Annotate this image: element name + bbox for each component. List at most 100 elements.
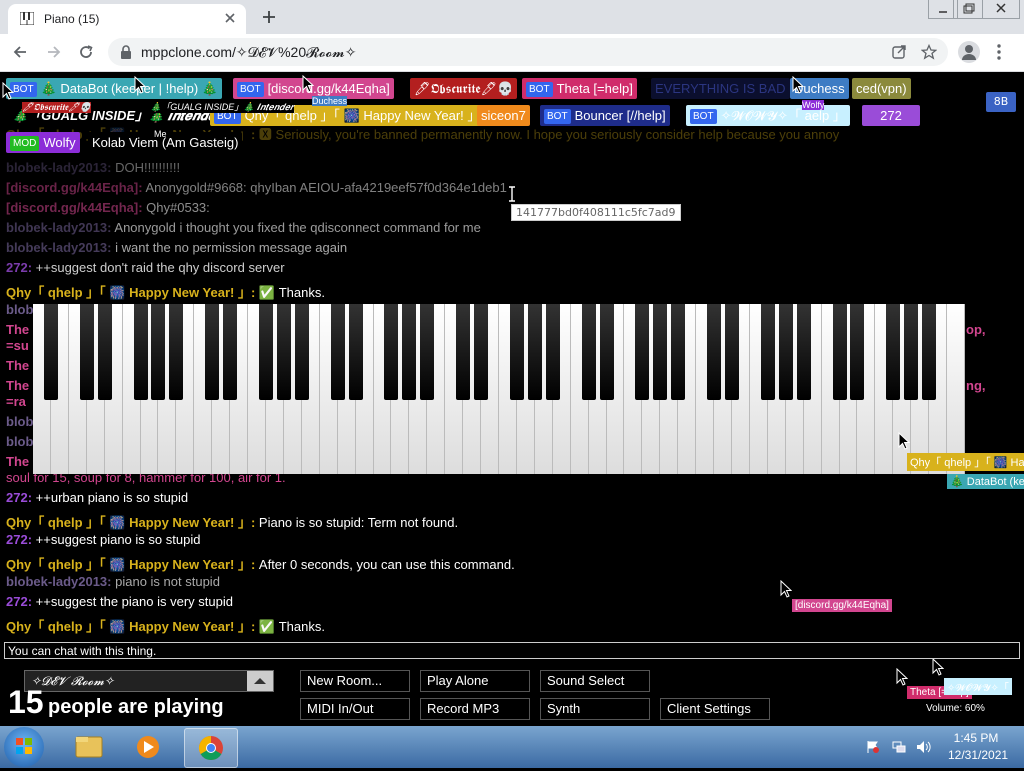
lock-icon[interactable] (120, 45, 132, 59)
piano-black-key[interactable] (904, 304, 919, 400)
piano-black-key[interactable] (151, 304, 166, 400)
piano-black-key[interactable] (653, 304, 668, 400)
play-alone-button[interactable]: Play Alone (420, 670, 530, 692)
tab-piano[interactable]: Piano (15) (8, 4, 246, 34)
chevron-up-icon[interactable] (247, 671, 273, 691)
user-list: BOT 🎄 DataBot (keeper | !help) 🎄 BOT [disc… (0, 72, 1024, 162)
piano-black-key[interactable] (97, 304, 112, 400)
chat-line: [discord.gg/k44Eqha]: Qhy#0533: (6, 200, 210, 215)
mini-label-obscurite: 🖊𝕺𝖇𝖘𝖈𝖚𝖗𝖎𝖙𝖊🖊💀 (22, 102, 91, 113)
plus-icon[interactable] (260, 8, 278, 26)
user-chip-databot[interactable]: BOT 🎄 DataBot (keeper | !help) 🎄 (6, 78, 222, 99)
mouse-cursor-icon (932, 658, 944, 676)
mini-label-me: Me (154, 129, 167, 139)
piano-black-key[interactable] (599, 304, 614, 400)
star-icon[interactable] (921, 44, 937, 60)
client-settings-button[interactable]: Client Settings (660, 698, 770, 720)
piano-black-key[interactable] (509, 304, 524, 400)
user-chip-wowy[interactable]: BOT ✧𝓦𝓞𝓦𝓨✧「 aelp 」 (686, 105, 850, 126)
close-window-button[interactable] (982, 0, 1020, 19)
cursor-label-wowy: ✧𝓦𝓞𝓦𝓨✧「 (944, 678, 1012, 695)
chat-fragment: The (6, 358, 30, 373)
piano-black-key[interactable] (169, 304, 184, 400)
piano-black-key[interactable] (133, 304, 148, 400)
player-count: 15 people are playing (8, 684, 224, 720)
chat-input[interactable]: You can chat with this thing. (4, 642, 1020, 659)
windows-start-icon[interactable] (4, 727, 44, 767)
piano-black-key[interactable] (635, 304, 650, 400)
piano-black-key[interactable] (725, 304, 739, 400)
piano-black-key[interactable] (527, 304, 542, 400)
cursor-label-qhy: Qhy「 qhelp 」「 🎆 Happ (907, 453, 1024, 471)
piano-black-key[interactable] (384, 304, 399, 400)
piano-black-key[interactable] (205, 304, 220, 400)
piano-black-key[interactable] (294, 304, 309, 400)
piano-favicon-icon (20, 12, 34, 25)
piano-black-key[interactable] (760, 304, 775, 400)
share-icon[interactable] (891, 44, 907, 60)
user-chip-siceon7[interactable]: siceon7 (477, 105, 530, 126)
user-chip-theta[interactable]: BOT Theta [=help] (522, 78, 637, 99)
flag-icon[interactable] (866, 740, 880, 754)
sound-select-button[interactable]: Sound Select (540, 670, 650, 692)
piano-black-key[interactable] (223, 304, 238, 400)
piano-white-key[interactable] (947, 304, 965, 474)
forward-icon[interactable] (44, 42, 64, 62)
media-player-icon[interactable] (122, 728, 174, 766)
piano-black-key[interactable] (581, 304, 596, 400)
chat-fragment: The (6, 454, 30, 469)
tab-strip: Piano (15) (0, 0, 1024, 34)
tab-title: Piano (15) (44, 12, 100, 26)
user-chip-obscurite[interactable]: 🖊𝕺𝖇𝖘𝖈𝖚𝖗𝖎𝖙𝖊🖊💀 (410, 78, 518, 99)
chat-line: blobek-lady2013: piano is not stupid (6, 574, 220, 589)
piano-black-key[interactable] (330, 304, 345, 400)
mouse-cursor-icon (134, 76, 146, 94)
system-clock[interactable]: 1:45 PM 12/31/2021 (948, 730, 1008, 764)
profile-icon[interactable] (958, 41, 980, 63)
piano-black-key[interactable] (348, 304, 363, 400)
piano-black-key[interactable] (832, 304, 847, 400)
piano-black-key[interactable] (886, 304, 901, 400)
browser-toolbar: mppclone.com/✧𝓓𝓔𝓥%20𝓡𝓸𝓸𝓶✧ (0, 34, 1024, 72)
piano-keyboard[interactable] (33, 304, 965, 474)
address-bar[interactable]: mppclone.com/✧𝓓𝓔𝓥%20𝓡𝓸𝓸𝓶✧ (108, 38, 948, 66)
menu-icon[interactable] (996, 43, 1002, 61)
piano-black-key[interactable] (707, 304, 722, 400)
chat-line: Qhy「 qhelp 」「 🎆 Happy New Year! 」: Piano… (6, 515, 459, 530)
piano-black-key[interactable] (259, 304, 273, 400)
midi-button[interactable]: MIDI In/Out (300, 698, 410, 720)
user-chip-everything-is-bad[interactable]: EVERYTHING IS BAD (651, 78, 790, 99)
windows-taskbar: 1:45 PM 12/31/2021 (0, 726, 1024, 768)
new-room-button[interactable]: New Room... (300, 670, 410, 692)
reload-icon[interactable] (76, 42, 96, 62)
piano-black-key[interactable] (474, 304, 489, 400)
piano-black-key[interactable] (778, 304, 793, 400)
volume-label[interactable]: Volume: 60% (926, 703, 985, 714)
piano-black-key[interactable] (922, 304, 937, 400)
piano-black-key[interactable] (796, 304, 811, 400)
piano-black-key[interactable] (402, 304, 417, 400)
mini-label-gualg: 🎄「GUALG INSIDE」🎄 𝑰𝒏𝒕𝒆𝒏𝒅𝒆𝒓 (150, 100, 294, 113)
synth-button[interactable]: Synth (540, 698, 650, 720)
user-chip-272[interactable]: 272 (862, 105, 920, 126)
piano-black-key[interactable] (456, 304, 471, 400)
piano-black-key[interactable] (850, 304, 865, 400)
close-icon[interactable] (222, 10, 238, 26)
piano-black-key[interactable] (276, 304, 291, 400)
speaker-icon[interactable] (916, 740, 932, 754)
user-chip-ced[interactable]: ced(vpn) (852, 78, 911, 99)
piano-black-key[interactable] (43, 304, 58, 400)
record-mp3-button[interactable]: Record MP3 (420, 698, 530, 720)
piano-black-key[interactable] (545, 304, 560, 400)
piano-black-key[interactable] (671, 304, 686, 400)
chrome-icon[interactable] (184, 728, 238, 768)
back-icon[interactable] (10, 42, 30, 62)
network-icon[interactable] (892, 740, 906, 754)
user-chip-bouncer[interactable]: BOT Bouncer [//help] (540, 105, 670, 126)
user-chip-wolfy[interactable]: MOD Wolfy (6, 132, 80, 153)
piano-black-key[interactable] (420, 304, 435, 400)
piano-black-key[interactable] (79, 304, 94, 400)
restore-button[interactable] (953, 0, 983, 19)
8b-button[interactable]: 8B (986, 92, 1016, 112)
explorer-icon[interactable] (62, 728, 114, 766)
